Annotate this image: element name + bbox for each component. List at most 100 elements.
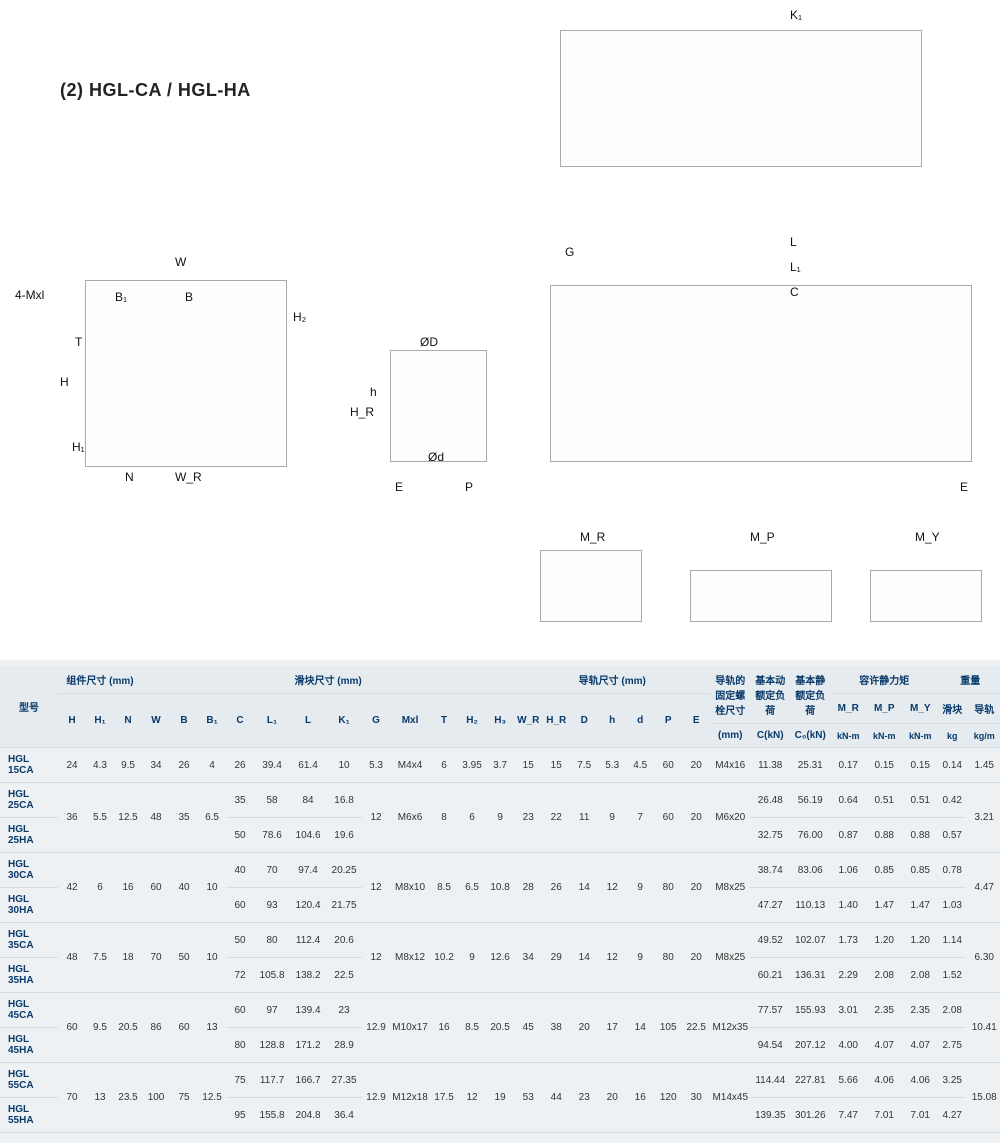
table-row: HGL 15CA244.39.5342642639.461.4105.3M4x4…: [0, 748, 1000, 783]
cell-L: 120.4: [290, 888, 326, 923]
moment-mp-icon: [690, 570, 832, 622]
cell-MR: 4.00: [830, 1028, 866, 1063]
dim-l: L: [790, 235, 797, 249]
cell-MR: 1.73: [830, 923, 866, 958]
cell-MP: 0.15: [866, 748, 902, 783]
cell-model: HGL 45HA: [0, 1028, 58, 1063]
cell-d: 14: [626, 993, 654, 1063]
c-h: h: [598, 694, 626, 748]
cell-CkN: 26.48: [750, 783, 790, 818]
cell-N: 16: [114, 853, 142, 923]
c-wr-u: kg/m: [966, 724, 1000, 748]
cell-d: 4.5: [626, 748, 654, 783]
cell-MR: 2.29: [830, 958, 866, 993]
dim-b: B: [185, 290, 193, 304]
cell-P: 80: [654, 923, 682, 993]
cell-P: 120: [654, 1063, 682, 1133]
cell-wb: 2.08: [938, 993, 966, 1028]
cell-H3: 10.8: [486, 853, 514, 923]
cell-B1: 6.5: [198, 783, 226, 853]
cell-H2: 6: [458, 783, 486, 853]
grp-dyn: 基本动额定负荷: [750, 666, 790, 724]
cell-CkN: 94.54: [750, 1028, 790, 1063]
cell-bolt: M4x16: [710, 748, 750, 783]
cell-CkN: 114.44: [750, 1063, 790, 1098]
c-T: T: [430, 694, 458, 748]
cell-wb: 1.03: [938, 888, 966, 923]
cell-D: 23: [570, 1063, 598, 1133]
cell-MY: 4.07: [902, 1028, 938, 1063]
dim-wr: W_R: [175, 470, 202, 484]
cell-CkN: 32.75: [750, 818, 790, 853]
cell-Mxl: M8x10: [390, 853, 430, 923]
cell-d: 9: [626, 923, 654, 993]
cell-C0kN: 83.06: [790, 853, 830, 888]
cell-B1: 10: [198, 923, 226, 993]
cell-MP: 4.06: [866, 1063, 902, 1098]
cell-L1: 39.4: [254, 748, 290, 783]
cell-C0kN: 102.07: [790, 923, 830, 958]
c-HR: H_R: [542, 694, 570, 748]
moment-my-icon: [870, 570, 982, 622]
cell-wb: 1.52: [938, 958, 966, 993]
dim-od-s: Ød: [428, 450, 444, 464]
cell-WR: 15: [514, 748, 542, 783]
cell-H1: 9.5: [86, 993, 114, 1063]
c-N: N: [114, 694, 142, 748]
cell-C: 80: [226, 1028, 254, 1063]
cell-T: 10.2: [430, 923, 458, 993]
c-C0kN: C₀(kN): [790, 724, 830, 748]
cell-C0kN: 136.31: [790, 958, 830, 993]
cell-wb: 0.14: [938, 748, 966, 783]
cell-bolt: M12x35: [710, 993, 750, 1063]
cell-HR: 44: [542, 1063, 570, 1133]
cell-W: 70: [142, 923, 170, 993]
cell-D: 14: [570, 923, 598, 993]
cell-MR: 0.64: [830, 783, 866, 818]
cell-HR: 26: [542, 853, 570, 923]
cell-h: 9: [598, 783, 626, 853]
grp-weight: 重量: [938, 666, 1000, 694]
cell-h: 12: [598, 853, 626, 923]
cell-Mxl: M8x12: [390, 923, 430, 993]
table-body: HGL 15CA244.39.5342642639.461.4105.3M4x4…: [0, 748, 1000, 1133]
dim-t: T: [75, 335, 82, 349]
cell-W: 86: [142, 993, 170, 1063]
cell-L1: 105.8: [254, 958, 290, 993]
cell-CkN: 60.21: [750, 958, 790, 993]
cell-B: 50: [170, 923, 198, 993]
cell-G: 12: [362, 783, 390, 853]
c-D: D: [570, 694, 598, 748]
dim-h2: H₂: [293, 310, 306, 324]
cell-MP: 2.35: [866, 993, 902, 1028]
cell-H3: 12.6: [486, 923, 514, 993]
dim-mp: M_P: [750, 530, 775, 544]
cell-wrw: 4.47: [966, 853, 1000, 923]
cell-K1: 22.5: [326, 958, 362, 993]
moment-mr-icon: [540, 550, 642, 622]
cell-HR: 22: [542, 783, 570, 853]
cell-T: 16: [430, 993, 458, 1063]
cell-wb: 3.25: [938, 1063, 966, 1098]
cell-bolt: M14x45: [710, 1063, 750, 1133]
dim-h: H: [60, 375, 69, 389]
cell-MP: 2.08: [866, 958, 902, 993]
c-P: P: [654, 694, 682, 748]
cell-MY: 0.15: [902, 748, 938, 783]
cell-H3: 19: [486, 1063, 514, 1133]
table-row: HGL 25CA365.512.548356.535588416.812M6x6…: [0, 783, 1000, 818]
c-E: E: [682, 694, 710, 748]
cell-Mxl: M12x18: [390, 1063, 430, 1133]
cell-E: 20: [682, 923, 710, 993]
cell-H2: 6.5: [458, 853, 486, 923]
cell-HR: 38: [542, 993, 570, 1063]
cell-L1: 128.8: [254, 1028, 290, 1063]
cell-L1: 155.8: [254, 1098, 290, 1133]
cell-C0kN: 227.81: [790, 1063, 830, 1098]
cell-WR: 28: [514, 853, 542, 923]
cell-B: 40: [170, 853, 198, 923]
cell-L1: 97: [254, 993, 290, 1028]
cell-Mxl: M10x17: [390, 993, 430, 1063]
cell-H: 60: [58, 993, 86, 1063]
cell-model: HGL 55CA: [0, 1063, 58, 1098]
